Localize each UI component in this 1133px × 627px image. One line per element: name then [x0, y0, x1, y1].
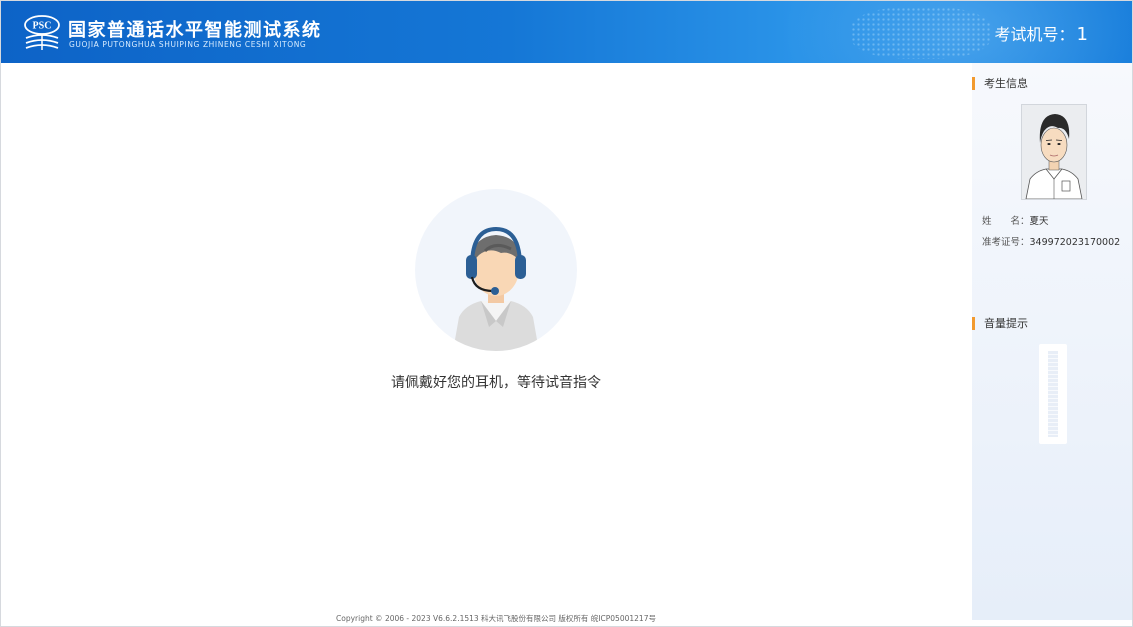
machine-number: 考试机号： 1 — [995, 21, 1088, 45]
headset-person-icon — [453, 226, 539, 351]
candidate-portrait-icon — [1022, 105, 1086, 199]
candidate-info-title: 考生信息 — [972, 77, 1028, 90]
header-dot-pattern — [851, 7, 991, 59]
headset-avatar-illustration — [415, 189, 577, 351]
candidate-id-row: 准考证号：349972023170002 — [982, 234, 1120, 248]
main-panel: 请佩戴好您的耳机，等待试音指令 Copyright © 2006 - 2023 … — [1, 63, 972, 625]
copyright-footer: Copyright © 2006 - 2023 V6.6.2.1513 科大讯飞… — [336, 614, 656, 623]
candidate-id-value: 349972023170002 — [1029, 237, 1121, 248]
instruction-text: 请佩戴好您的耳机，等待试音指令 — [391, 375, 601, 391]
psc-logo-text: PSC — [33, 21, 52, 32]
machine-number-label: 考试机号： — [994, 25, 1075, 44]
candidate-name-label: 姓 名： — [982, 216, 1030, 227]
header-bar: PSC 国家普通话水平智能测试系统 GUOJIA PUTONGHUA SHUIP… — [1, 1, 1132, 63]
candidate-sidebar: 考生信息 姓 名：夏天 准考证号：349972023170002 音量提示 — [972, 63, 1132, 620]
candidate-name-value: 夏天 — [1029, 216, 1049, 227]
app-title: 国家普通话水平智能测试系统 — [68, 20, 322, 41]
psc-logo: PSC — [24, 15, 60, 50]
candidate-id-label: 准考证号： — [982, 237, 1030, 248]
machine-number-value: 1 — [1076, 24, 1088, 45]
candidate-name-row: 姓 名：夏天 — [982, 213, 1049, 227]
volume-meter — [1039, 344, 1067, 444]
app-subtitle: GUOJIA PUTONGHUA SHUIPING ZHINENG CESHI … — [69, 40, 307, 49]
candidate-photo — [1021, 104, 1087, 200]
volume-meter-track — [1048, 351, 1058, 437]
volume-hint-title: 音量提示 — [972, 317, 1028, 330]
